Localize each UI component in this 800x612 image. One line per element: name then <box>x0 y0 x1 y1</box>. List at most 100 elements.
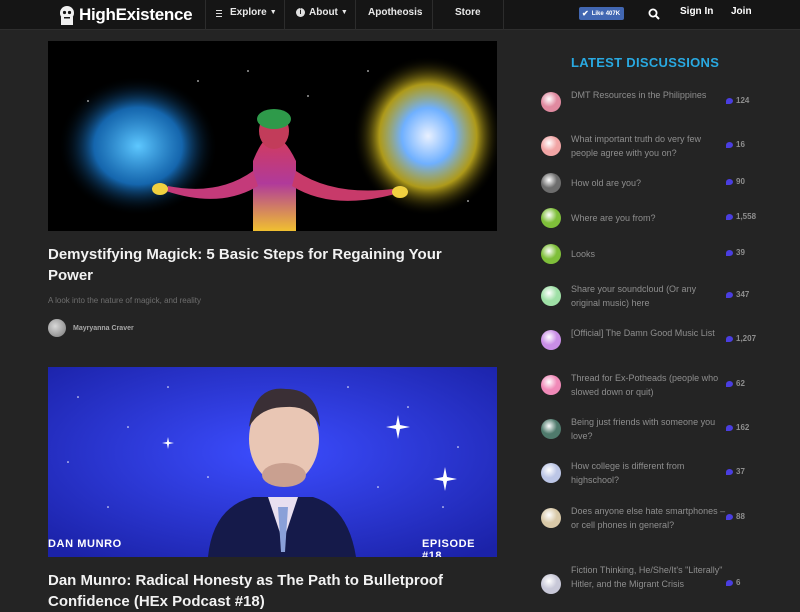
logo[interactable]: HighExistence <box>58 3 193 27</box>
reply-count-badge: 1,558 <box>726 212 756 221</box>
sign-in-link[interactable]: Sign In <box>680 6 713 17</box>
reply-count-badge: 16 <box>726 140 745 149</box>
article-image-magick[interactable] <box>48 41 497 231</box>
reply-count: 1,558 <box>736 212 757 221</box>
discussion-item[interactable]: How college is different from highschool… <box>541 459 761 487</box>
discussion-item[interactable]: Share your soundcloud (Or any original m… <box>541 282 761 310</box>
top-nav: HighExistence Explore ▼ i About ▼ Apothe… <box>0 0 800 30</box>
reply-count: 162 <box>736 423 750 432</box>
discussion-title[interactable]: DMT Resources in the Philippines <box>571 88 726 102</box>
discussion-title[interactable]: Thread for Ex-Potheads (people who slowe… <box>571 371 726 399</box>
discussion-item[interactable]: Does anyone else hate smartphones – or c… <box>541 504 761 532</box>
reply-count-badge: 1,207 <box>726 334 756 343</box>
discussion-title[interactable]: Does anyone else hate smartphones – or c… <box>571 504 726 532</box>
reply-count: 1,207 <box>736 334 757 343</box>
comment-bubble-icon <box>726 579 733 586</box>
latest-discussions-heading: LATEST DISCUSSIONS <box>571 55 720 70</box>
nav-divider <box>284 0 285 30</box>
search-icon[interactable] <box>648 8 660 20</box>
join-link[interactable]: Join <box>731 6 752 17</box>
discussion-item[interactable]: Thread for Ex-Potheads (people who slowe… <box>541 371 761 399</box>
reply-count-badge: 6 <box>726 578 740 587</box>
comment-bubble-icon <box>726 468 733 475</box>
reply-count-badge: 162 <box>726 423 749 432</box>
reply-count: 124 <box>736 96 750 105</box>
comment-bubble-icon <box>726 213 733 220</box>
logo-icon <box>60 6 74 25</box>
avatar <box>541 463 561 483</box>
comment-bubble-icon <box>726 178 733 185</box>
chevron-down-icon: ▼ <box>269 9 277 16</box>
discussion-item[interactable]: [Official] The Damn Good Music List 1,207 <box>541 326 761 354</box>
menu-icon <box>216 10 222 19</box>
reply-count: 347 <box>736 290 750 299</box>
reply-count-badge: 39 <box>726 248 745 257</box>
avatar <box>541 92 561 112</box>
discussion-title[interactable]: What important truth do very few people … <box>571 132 726 160</box>
reply-count-badge: 37 <box>726 467 745 476</box>
discussion-item[interactable]: Fiction Thinking, He/She/It's "Literally… <box>541 563 761 605</box>
discussion-title[interactable]: Being just friends with someone you love… <box>571 415 726 443</box>
nav-explore[interactable]: Explore ▼ <box>216 0 277 30</box>
avatar <box>541 244 561 264</box>
logo-text: HighExistence <box>79 5 193 24</box>
discussion-item[interactable]: Where are you from? 1,558 <box>541 208 761 228</box>
reply-count: 88 <box>736 512 745 521</box>
article-title[interactable]: Dan Munro: Radical Honesty as The Path t… <box>48 570 488 612</box>
chevron-down-icon: ▼ <box>340 9 348 16</box>
nav-store[interactable]: Store <box>455 0 481 30</box>
fb-like-count: 407K <box>605 10 621 17</box>
discussion-item[interactable]: DMT Resources in the Philippines 124 <box>541 88 761 116</box>
comment-bubble-icon <box>726 97 733 104</box>
check-icon: ✔ <box>582 9 589 18</box>
reply-count-badge: 347 <box>726 290 749 299</box>
comment-bubble-icon <box>726 513 733 520</box>
reply-count-badge: 124 <box>726 96 749 105</box>
avatar <box>541 375 561 395</box>
author-name: Mayryanna Craver <box>73 324 134 332</box>
discussion-title[interactable]: How old are you? <box>571 176 726 190</box>
discussion-item[interactable]: How old are you? 90 <box>541 173 761 193</box>
discussion-title[interactable]: Looks <box>571 247 726 261</box>
comment-bubble-icon <box>726 424 733 431</box>
avatar <box>541 574 561 594</box>
comment-bubble-icon <box>726 141 733 148</box>
article-subtitle: A look into the nature of magick, and re… <box>48 296 201 305</box>
nav-divider <box>355 0 356 30</box>
nav-divider <box>432 0 433 30</box>
comment-bubble-icon <box>726 380 733 387</box>
nav-about-label: About <box>309 7 338 18</box>
avatar <box>541 286 561 306</box>
discussion-title[interactable]: Share your soundcloud (Or any original m… <box>571 282 726 310</box>
facebook-like-button[interactable]: ✔ Like 407K <box>579 7 625 20</box>
article-image-podcast[interactable]: DAN MUNRO EPISODE #18 <box>48 367 497 557</box>
fb-like-label: Like <box>591 10 604 17</box>
nav-apotheosis[interactable]: Apotheosis <box>368 0 422 30</box>
reply-count-badge: 90 <box>726 177 745 186</box>
info-icon: i <box>296 8 305 17</box>
discussion-title[interactable]: How college is different from highschool… <box>571 459 726 487</box>
reply-count: 90 <box>736 177 745 186</box>
article-author[interactable]: Mayryanna Craver <box>48 319 134 337</box>
discussion-item[interactable]: Looks 39 <box>541 244 761 264</box>
discussion-title[interactable]: Where are you from? <box>571 211 726 225</box>
comment-bubble-icon <box>726 335 733 342</box>
reply-count-badge: 88 <box>726 512 745 521</box>
article-illustration <box>48 41 497 231</box>
podcast-episode-label: EPISODE #18 <box>422 538 476 557</box>
podcast-illustration <box>48 367 497 557</box>
avatar <box>541 508 561 528</box>
discussion-item[interactable]: Being just friends with someone you love… <box>541 415 761 443</box>
article-title[interactable]: Demystifying Magick: 5 Basic Steps for R… <box>48 244 488 286</box>
comment-bubble-icon <box>726 291 733 298</box>
discussion-item[interactable]: What important truth do very few people … <box>541 132 761 160</box>
discussion-title[interactable]: [Official] The Damn Good Music List <box>571 326 726 340</box>
nav-store-label: Store <box>455 7 481 18</box>
avatar <box>541 330 561 350</box>
avatar <box>541 419 561 439</box>
reply-count: 37 <box>736 467 745 476</box>
discussion-title[interactable]: Fiction Thinking, He/She/It's "Literally… <box>571 563 726 591</box>
nav-about[interactable]: i About ▼ <box>296 0 348 30</box>
nav-divider <box>205 0 206 30</box>
reply-count-badge: 62 <box>726 379 745 388</box>
